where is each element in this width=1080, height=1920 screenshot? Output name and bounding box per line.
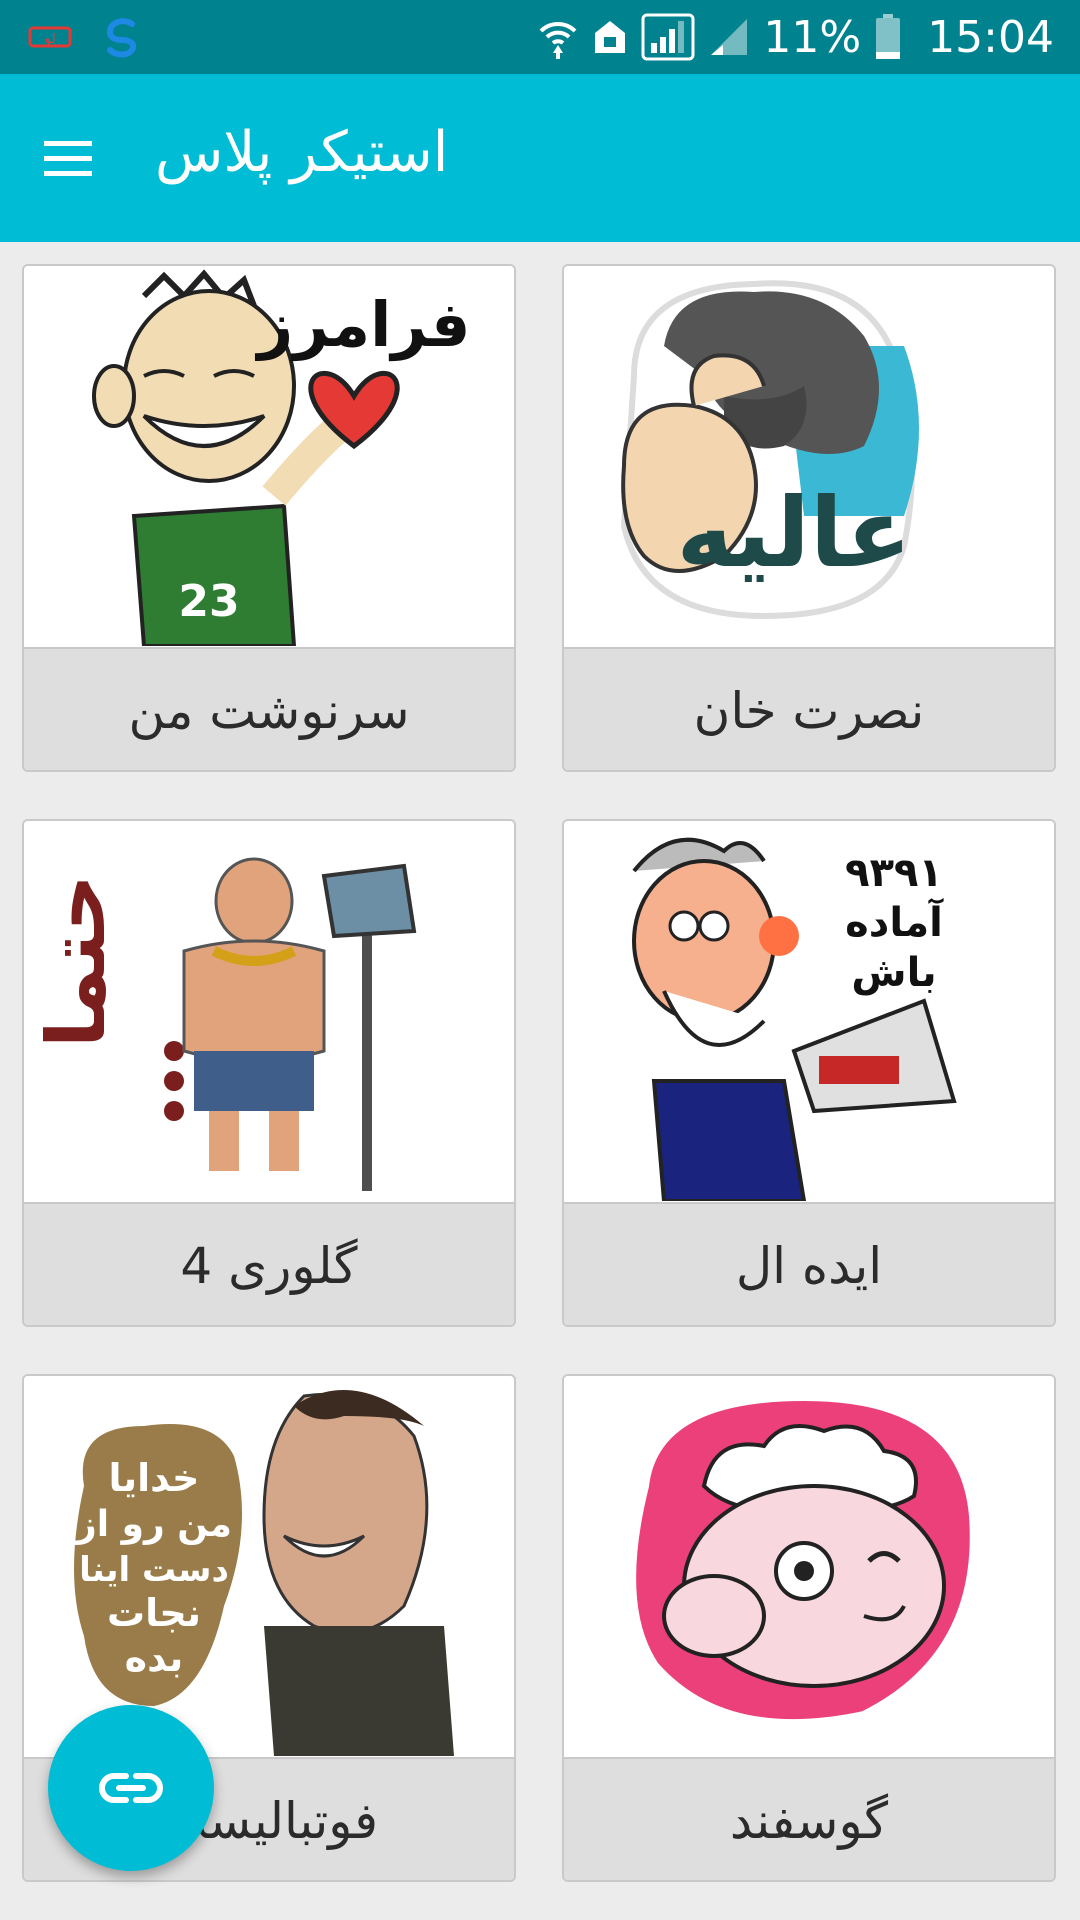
app-title: استیکر پلاس — [155, 120, 449, 185]
svg-text:خدایا: خدایا — [109, 1456, 200, 1500]
svg-text:عالیه: عالیه — [676, 477, 911, 589]
pack-title: ایده ال — [735, 1236, 883, 1295]
sticker-footballer: خدایا من رو از دست اینا نجات بده — [24, 1376, 514, 1756]
sticker-pack-card[interactable]: حتما گلوری 4 — [22, 819, 516, 1327]
svg-text:نجات: نجات — [107, 1591, 201, 1635]
link-icon — [96, 1768, 166, 1808]
signal-icon — [709, 17, 749, 57]
svg-text:حتما: حتما — [30, 874, 123, 1048]
svg-text:من رو از: من رو از — [74, 1504, 232, 1545]
pack-label-area: گوسفند — [564, 1757, 1054, 1880]
sticker-sheep-wink — [564, 1376, 1054, 1756]
status-bar: لو 11% 15:04 — [0, 0, 1080, 74]
sticker-pack-card[interactable]: 23 فرامرز سرنوشت من — [22, 264, 516, 772]
sticker-boy-heart: 23 فرامرز — [24, 266, 514, 648]
svg-text:۹۳۹۱: ۹۳۹۱ — [845, 850, 943, 896]
sticker-warrior-hammer: حتما — [24, 821, 514, 1201]
battery-icon — [875, 14, 901, 60]
sticker-bearded-man-alie: عالیه — [564, 266, 1054, 646]
wifi-icon — [537, 15, 579, 59]
svg-text:باش: باش — [851, 950, 936, 996]
hamburger-menu-icon[interactable] — [36, 129, 100, 187]
sticker-pack-grid: عالیه نصرت خان 23 فرامرز سرنوشت من ۹۳۹۱ … — [0, 242, 1080, 1920]
svg-text:فرامرز: فرامرز — [254, 288, 470, 361]
pack-title: گلوری 4 — [180, 1236, 358, 1295]
sticker-megaphone-man: ۹۳۹۱ آماده باش — [564, 821, 1054, 1203]
clock: 15:04 — [927, 11, 1054, 63]
pack-label-area: سرنوشت من — [24, 647, 514, 770]
sticker-pack-card[interactable]: ۹۳۹۱ آماده باش ایده ال — [562, 819, 1056, 1327]
svg-text:دست اینا: دست اینا — [79, 1550, 229, 1590]
svg-text:آماده: آماده — [845, 897, 944, 946]
pack-title: نصرت خان — [693, 681, 925, 740]
pack-title: سرنوشت من — [128, 681, 410, 740]
app-bar: استیکر پلاس — [0, 74, 1080, 242]
battery-percentage: 11% — [763, 11, 862, 63]
pack-label-area: گلوری 4 — [24, 1202, 514, 1325]
pack-label-area: ایده ال — [564, 1202, 1054, 1325]
link-button[interactable] — [48, 1705, 214, 1871]
svg-text:23: 23 — [178, 576, 239, 627]
sticker-pack-card[interactable]: گوسفند — [562, 1374, 1056, 1882]
svg-text:لو: لو — [43, 31, 56, 47]
notification-icon: لو — [28, 22, 72, 52]
sync-icon — [102, 16, 142, 58]
pack-label-area: نصرت خان — [564, 647, 1054, 770]
svg-text:بده: بده — [125, 1636, 184, 1680]
home-icon — [593, 19, 627, 55]
pack-title: گوسفند — [729, 1791, 889, 1850]
signal-icon — [641, 13, 695, 61]
sticker-pack-card[interactable]: عالیه نصرت خان — [562, 264, 1056, 772]
